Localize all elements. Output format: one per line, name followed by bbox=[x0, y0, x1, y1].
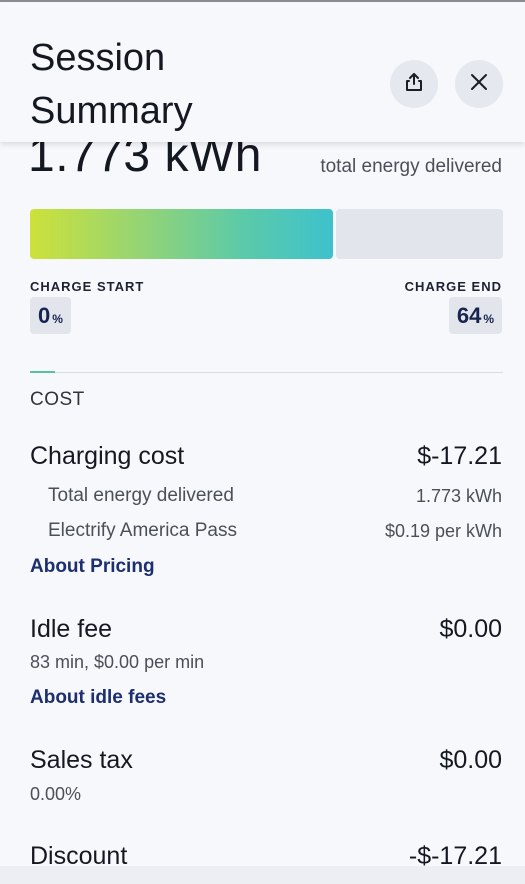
energy-delivered-label: Total energy delivered bbox=[48, 485, 234, 506]
section-divider bbox=[30, 372, 503, 373]
bottom-fade bbox=[0, 866, 525, 884]
charge-start-value: 0 bbox=[38, 303, 51, 328]
sales-tax-amount: $0.00 bbox=[439, 746, 502, 774]
about-idle-fees-link[interactable]: About idle fees bbox=[30, 687, 166, 709]
sales-tax-rate: 0.00% bbox=[30, 784, 82, 804]
sales-tax-title: Sales tax bbox=[30, 746, 133, 774]
close-button[interactable] bbox=[455, 60, 503, 108]
about-pricing-link[interactable]: About Pricing bbox=[30, 556, 155, 578]
pass-plan-rate: $0.19 per kWh bbox=[384, 521, 502, 541]
charge-start-unit: % bbox=[52, 312, 63, 326]
charge-progress-track bbox=[336, 209, 503, 259]
share-icon bbox=[403, 71, 425, 98]
total-energy-caption: total energy delivered bbox=[320, 156, 502, 177]
charge-end-unit: % bbox=[483, 312, 494, 326]
charging-cost-amount: $-17.21 bbox=[417, 442, 502, 470]
idle-fee-amount: $0.00 bbox=[439, 615, 502, 643]
energy-delivered-value: 1.773 kWh bbox=[415, 486, 502, 506]
divider-accent bbox=[30, 371, 55, 373]
close-icon bbox=[469, 72, 489, 97]
idle-fee-detail: 83 min, $0.00 per min bbox=[30, 652, 205, 672]
charge-end-value: 64 bbox=[456, 303, 482, 328]
idle-fee-title: Idle fee bbox=[30, 615, 113, 643]
charge-start-label: CHARGE START bbox=[30, 279, 145, 294]
share-button[interactable] bbox=[390, 60, 438, 108]
cost-section-label: COST bbox=[30, 389, 85, 410]
pass-plan-label: Electrify America Pass bbox=[48, 520, 237, 541]
sheet-header: Session Summary bbox=[0, 2, 525, 142]
charge-start-badge: 0% bbox=[30, 297, 71, 334]
page-title: Session Summary bbox=[30, 37, 193, 132]
charge-progress-fill bbox=[30, 209, 333, 259]
charging-cost-title: Charging cost bbox=[30, 442, 185, 470]
charge-end-badge: 64% bbox=[448, 297, 502, 334]
charge-end-label: CHARGE END bbox=[404, 279, 502, 294]
